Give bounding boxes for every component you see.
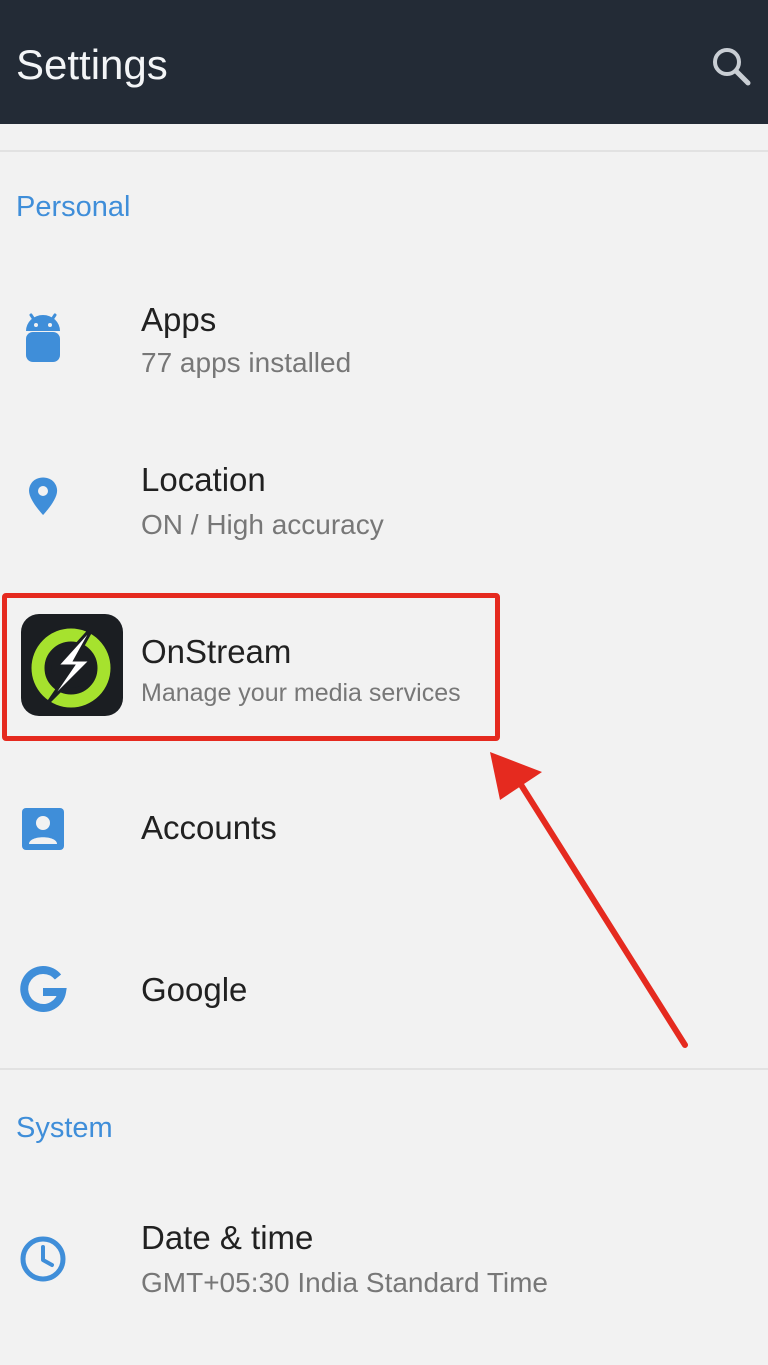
settings-item-accounts[interactable]: Accounts xyxy=(0,776,768,886)
divider xyxy=(0,1068,768,1070)
settings-item-apps[interactable]: Apps 77 apps installed xyxy=(0,282,768,412)
divider xyxy=(0,150,768,152)
date-time-title: Date & time xyxy=(141,1219,314,1256)
clock-icon xyxy=(20,1236,66,1282)
google-g-icon xyxy=(20,965,67,1012)
settings-item-google[interactable]: Google xyxy=(0,936,768,1046)
apps-subtitle: 77 apps installed xyxy=(141,347,352,378)
page-title: Settings xyxy=(16,41,168,88)
highlight-box xyxy=(2,593,500,741)
location-pin-icon xyxy=(29,477,58,515)
accounts-title: Accounts xyxy=(141,809,277,846)
section-header-system: System xyxy=(16,1112,113,1144)
location-title: Location xyxy=(141,461,266,498)
app-bar: Settings xyxy=(0,0,768,124)
settings-item-date-time[interactable]: Date & time GMT+05:30 India Standard Tim… xyxy=(0,1200,768,1330)
search-icon xyxy=(713,48,751,86)
account-icon xyxy=(22,808,64,850)
date-time-subtitle: GMT+05:30 India Standard Time xyxy=(141,1267,548,1298)
settings-item-location[interactable]: Location ON / High accuracy xyxy=(0,442,768,572)
apps-title: Apps xyxy=(141,301,217,338)
google-title: Google xyxy=(141,971,248,1008)
section-header-personal: Personal xyxy=(16,191,131,223)
search-button[interactable] xyxy=(702,38,758,94)
android-icon xyxy=(26,313,60,362)
location-subtitle: ON / High accuracy xyxy=(141,509,384,540)
